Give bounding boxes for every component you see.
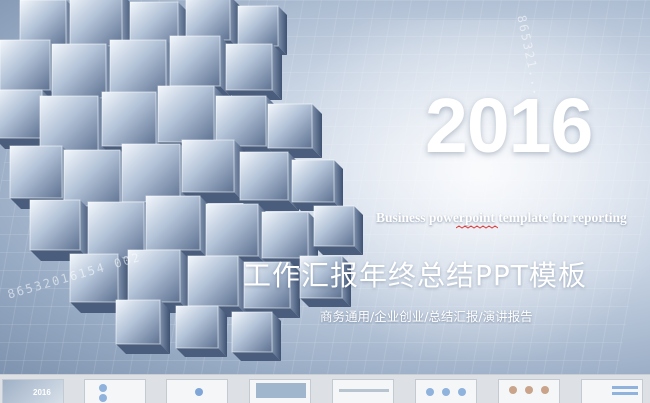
thumbnail-dot-2 [442,388,450,396]
cube-face [39,95,99,155]
cube-face [237,5,279,47]
thumbnail-4[interactable] [249,379,311,403]
cube-bottom [176,348,227,357]
cube-face [291,159,335,203]
spellcheck-underline [456,225,498,229]
cube-face [231,311,273,353]
thumbnail-1[interactable]: 2016 [2,379,64,403]
slide-subtitle-english: Business powerpoint template for reporti… [376,210,627,225]
thumbnail-year: 2016 [33,388,51,397]
thumbnail-photo [256,383,306,398]
cube-face [185,0,231,41]
cube-face [175,305,219,349]
cube-face [9,145,63,199]
thumbnail-6[interactable] [415,379,477,403]
thumbnail-7[interactable] [498,379,560,403]
cube-face [51,43,107,99]
thumbnail-dot-3 [458,388,466,396]
slide-year: 2016 [425,83,593,169]
cube-face [267,103,313,149]
thumbnail-avatar-2 [525,386,533,394]
thumbnail-5[interactable] [332,379,394,403]
cube-face [121,143,181,203]
thumbnail-avatar-1 [509,386,517,394]
thumbnail-8[interactable] [581,379,643,403]
cube-face [239,151,289,201]
cube-face [19,0,67,47]
cube-face [261,211,309,259]
cube-face [205,203,259,257]
cube-face [187,255,239,307]
slide-title-chinese: 工作汇报年终总结PPT模板 [243,259,587,292]
presentation-preview: 865321... 86532016154 002 2016 Business … [0,0,650,403]
cube-face [63,149,121,207]
cube-face [115,299,161,345]
cube-face [0,89,43,139]
cube-face [215,95,267,147]
thumbnail-2[interactable] [84,379,146,403]
cube-face [181,139,235,193]
thumbnail-bar-2 [612,392,638,395]
thumbnail-bar [339,389,389,392]
thumbnail-3[interactable] [166,379,228,403]
cube-face [225,43,273,91]
cube-face [101,91,157,147]
cube-face [0,39,51,91]
thumbnail-dot-1 [99,384,107,392]
cube-face [157,85,215,143]
thumbnail-strip: 2016 [0,374,650,403]
cube-face [69,0,123,47]
cube-face [29,199,81,251]
cubes [0,0,363,361]
thumbnail-dot-2 [99,394,107,402]
thumbnail-dot-1 [426,388,434,396]
thumbnail-dot [195,388,203,396]
thumbnail-avatar-3 [541,386,549,394]
title-slide: 865321... 86532016154 002 2016 Business … [0,0,650,374]
cube-face [145,195,201,251]
cube-face [169,35,221,87]
thumbnail-bar-1 [612,386,638,389]
slide-tags-chinese: 商务通用/企业创业/总结汇报/演讲报告 [320,309,533,324]
cube-face [313,205,355,247]
